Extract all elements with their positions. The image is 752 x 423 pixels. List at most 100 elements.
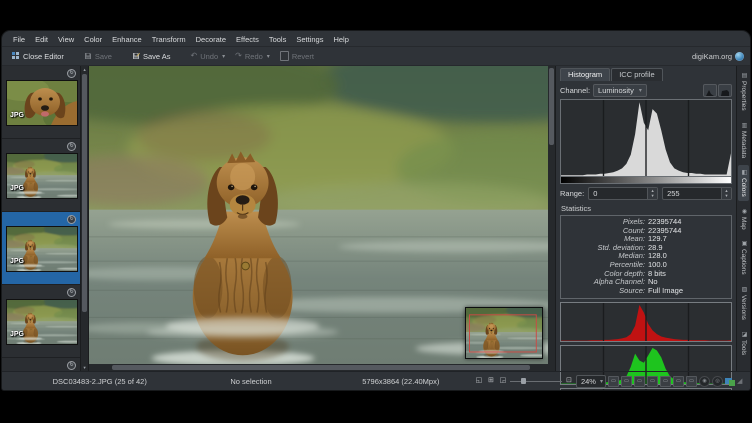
red-channel-histogram xyxy=(560,302,732,342)
redo-icon: ↷ xyxy=(235,52,242,60)
thumbnail-item[interactable]: ↻ xyxy=(2,358,80,371)
linear-scale-button[interactable] xyxy=(703,84,717,97)
versions-indicator-icon: ↻ xyxy=(67,69,76,78)
thumbnail-item[interactable]: ↻ JPG xyxy=(2,139,80,212)
thumbnail-photo xyxy=(6,153,78,199)
menu-color[interactable]: Color xyxy=(79,34,107,45)
tab-metadata[interactable]: ▥Metadata xyxy=(738,118,749,162)
save-button[interactable]: Save xyxy=(80,51,116,62)
tab-versions[interactable]: ▨Versions xyxy=(738,282,749,324)
scroll-up-icon[interactable]: ▲ xyxy=(81,66,88,73)
thumbnail-item-selected[interactable]: ↻ JPG xyxy=(2,212,80,285)
menu-transform[interactable]: Transform xyxy=(147,34,191,45)
redo-button[interactable]: ↷ Redo ▾ xyxy=(231,51,274,62)
desktop: { "window": { "brand": "digiKam.org" }, … xyxy=(0,0,752,423)
versions-indicator-icon: ↻ xyxy=(67,288,76,297)
chevron-down-icon: ▾ xyxy=(639,87,642,94)
luminosity-histogram[interactable] xyxy=(560,99,732,177)
menu-view[interactable]: View xyxy=(53,34,79,45)
menu-bar: File Edit View Color Enhance Transform D… xyxy=(2,31,750,46)
channel-select[interactable]: Luminosity ▾ xyxy=(593,84,647,97)
format-badge: JPG xyxy=(10,331,24,338)
tab-colors[interactable]: ◧Colors xyxy=(738,165,749,201)
logarithmic-histogram-icon xyxy=(721,90,729,96)
histogram-gradient-bar xyxy=(560,177,732,184)
scroll-down-icon[interactable]: ▼ xyxy=(81,364,88,371)
menu-settings[interactable]: Settings xyxy=(291,34,328,45)
range-min-spinbox[interactable]: 0 ▲▼ xyxy=(588,187,658,200)
menu-effects[interactable]: Effects xyxy=(231,34,264,45)
channel-label: Channel: xyxy=(560,86,590,95)
menu-decorate[interactable]: Decorate xyxy=(191,34,231,45)
tab-icc-profile[interactable]: ICC profile xyxy=(611,68,662,81)
zoom-slider-handle[interactable] xyxy=(521,378,526,384)
tool-bar: Close Editor Save Save As ↶ Undo ▾ ↷ Red… xyxy=(2,46,750,66)
over-exposure-indicator-icon[interactable]: ◎ xyxy=(712,376,723,387)
logarithmic-scale-button[interactable] xyxy=(718,84,732,97)
thumbnail-photo xyxy=(6,299,78,345)
properties-icon: ▤ xyxy=(738,72,749,79)
format-badge: JPG xyxy=(10,185,24,192)
range-max-spinbox[interactable]: 255 ▲▼ xyxy=(662,187,732,200)
color-managed-view-icon[interactable] xyxy=(725,377,735,386)
zoom-slider[interactable] xyxy=(510,377,562,385)
undo-dropdown-icon[interactable]: ▾ xyxy=(222,53,225,60)
revert-button[interactable]: Revert xyxy=(276,50,318,62)
tab-properties[interactable]: ▤Properties xyxy=(738,68,749,115)
save-icon xyxy=(84,52,92,60)
spinner-arrows-icon[interactable]: ▲▼ xyxy=(647,188,657,199)
spinner-arrows-icon[interactable]: ▲▼ xyxy=(721,188,731,199)
colors-icon: ◧ xyxy=(738,169,749,176)
editor-canvas[interactable] xyxy=(89,66,555,371)
resize-grip-icon[interactable]: ◢ xyxy=(737,376,745,386)
menu-enhance[interactable]: Enhance xyxy=(107,34,147,45)
versions-icon: ▨ xyxy=(738,286,749,293)
chevron-down-icon: ▾ xyxy=(600,378,603,385)
statusbar-tool-button-7[interactable]: ▭ xyxy=(686,376,697,387)
tab-captions[interactable]: ▣Captions xyxy=(738,236,749,279)
close-editor-button[interactable]: Close Editor xyxy=(8,51,68,62)
canvas-vertical-scrollbar[interactable] xyxy=(548,66,555,364)
thumbnail-photo xyxy=(6,226,78,272)
fit-to-selection-icon[interactable]: ⊞ xyxy=(486,376,496,386)
statusbar-tool-button-4[interactable]: ▭ xyxy=(647,376,658,387)
thumbnail-scrollbar[interactable]: ▲ ▼ xyxy=(80,66,88,371)
statusbar-tool-button-3[interactable]: ▭ xyxy=(634,376,645,387)
tab-histogram[interactable]: Histogram xyxy=(560,68,610,81)
under-exposure-indicator-icon[interactable]: ◉ xyxy=(699,376,710,387)
tab-tools[interactable]: ◪Tools xyxy=(738,327,749,359)
tab-map[interactable]: ◉Map xyxy=(738,204,749,234)
statistics-box: Pixels:22395744 Count:22395744 Mean:129.… xyxy=(560,215,732,299)
captions-icon: ▣ xyxy=(738,240,749,247)
map-icon: ◉ xyxy=(738,208,749,215)
status-bar: DSC03483-2.JPG (25 of 42) No selection 5… xyxy=(2,371,750,390)
zoom-level-combo[interactable]: 24% ▾ xyxy=(576,375,606,388)
undo-button[interactable]: ↶ Undo ▾ xyxy=(187,51,230,62)
thumbnail-item[interactable]: ↻ JPG xyxy=(2,66,80,139)
range-label: Range: xyxy=(560,189,584,198)
canvas-horizontal-scrollbar[interactable] xyxy=(89,364,548,371)
menu-tools[interactable]: Tools xyxy=(264,34,292,45)
brand-label: digiKam.org xyxy=(692,52,732,61)
statusbar-tool-button-6[interactable]: ▭ xyxy=(673,376,684,387)
fit-to-window-icon[interactable]: ◱ xyxy=(474,376,484,386)
format-badge: JPG xyxy=(10,112,24,119)
menu-edit[interactable]: Edit xyxy=(30,34,53,45)
pan-navigation-overlay[interactable] xyxy=(465,307,543,359)
statusbar-tool-button-5[interactable]: ▭ xyxy=(660,376,671,387)
versions-indicator-icon: ↻ xyxy=(67,142,76,151)
statusbar-tool-button-1[interactable]: ▭ xyxy=(608,376,619,387)
zoom-100-icon[interactable]: ⊡ xyxy=(564,376,574,386)
save-as-button[interactable]: Save As xyxy=(128,51,175,62)
linear-histogram-icon xyxy=(706,90,714,96)
histogram-tabs: Histogram ICC profile xyxy=(560,68,732,81)
menu-help[interactable]: Help xyxy=(328,34,353,45)
digikam-globe-icon[interactable] xyxy=(735,52,744,61)
statusbar-tool-button-2[interactable]: ▭ xyxy=(621,376,632,387)
save-as-icon xyxy=(132,52,140,60)
close-editor-icon xyxy=(12,52,20,60)
menu-file[interactable]: File xyxy=(8,34,30,45)
redo-dropdown-icon[interactable]: ▾ xyxy=(267,53,270,60)
thumbnail-item[interactable]: ↻ JPG xyxy=(2,285,80,358)
zoom-select-icon[interactable]: ◲ xyxy=(498,376,508,386)
